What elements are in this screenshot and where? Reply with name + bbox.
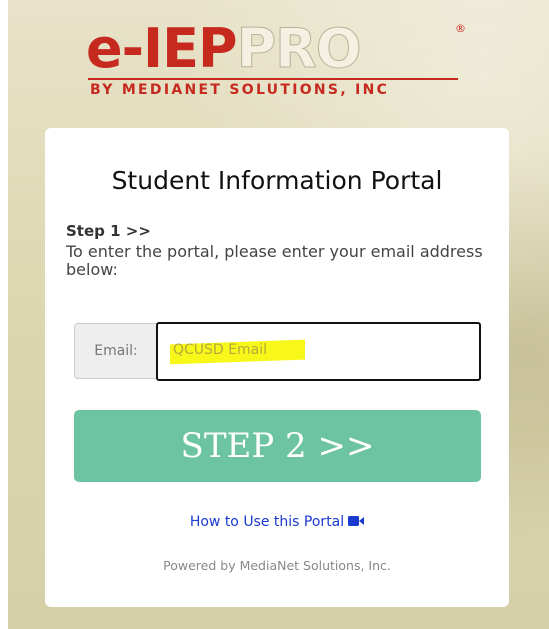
- step-2-button[interactable]: STEP 2 >>: [74, 410, 481, 482]
- logo-pro-part: PRO: [236, 17, 362, 80]
- video-camera-icon: [348, 516, 365, 526]
- page-title: Student Information Portal: [111, 166, 443, 195]
- email-field-label: Email:: [74, 323, 157, 379]
- instructions-text: To enter the portal, please enter your e…: [66, 242, 483, 279]
- step-label: Step 1 >>: [66, 222, 151, 240]
- logo-divider: [88, 78, 458, 80]
- logo-e-part: e-: [86, 17, 144, 80]
- logo-wordmark: e-IEPPRO: [86, 21, 362, 76]
- powered-by-text: Powered by MediaNet Solutions, Inc.: [163, 558, 391, 573]
- registered-mark: ®: [455, 22, 466, 35]
- logo-subtitle: BY MEDIANET SOLUTIONS, INC: [90, 82, 390, 98]
- email-field[interactable]: [156, 322, 481, 381]
- how-to-use-label: How to Use this Portal: [189, 514, 345, 530]
- logo-iep-part: IEP: [143, 17, 238, 80]
- eieppro-logo: e-IEPPRO ® BY MEDIANET SOLUTIONS, INC: [86, 21, 466, 102]
- login-card: Student Information Portal Step 1 >> To …: [45, 128, 509, 607]
- how-to-use-link[interactable]: How to Use this Portal: [45, 514, 509, 530]
